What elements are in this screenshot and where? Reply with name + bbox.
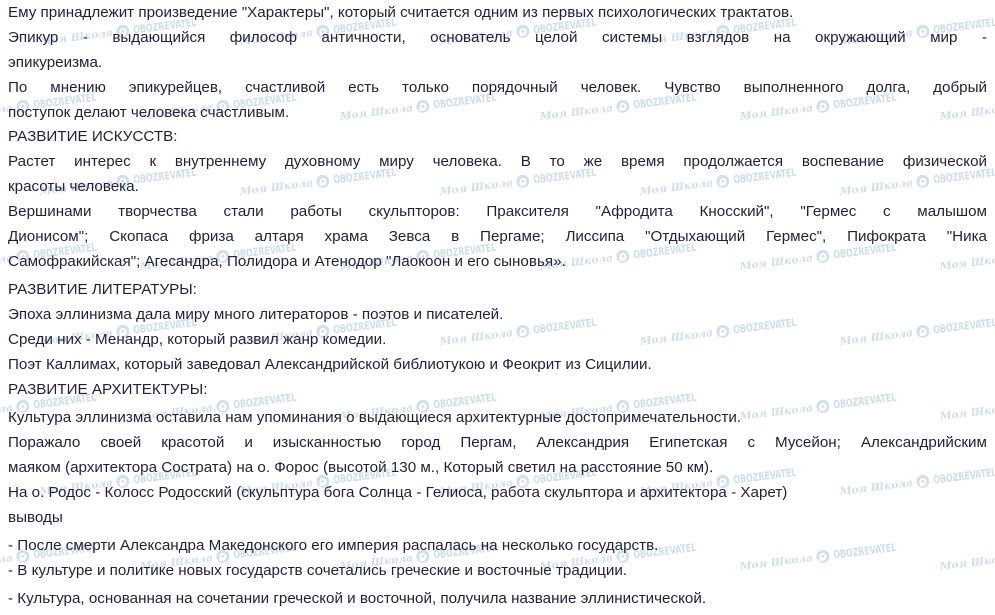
text-line: Растет интерес к внутреннему духовному м… <box>8 153 987 170</box>
text-line: На о. Родос - Колосс Родосский (скульпту… <box>8 484 788 501</box>
text-line: Среди них - Менандр, который развил жанр… <box>8 331 387 348</box>
text-line: РАЗВИТИЕ ИСКУССТВ: <box>8 128 178 145</box>
text-line: поступок делают человека счастливым. <box>8 104 290 121</box>
text-line: По мнению эпикурейцев, счастливой есть т… <box>8 79 987 96</box>
text-line: Дионисом"; Скопаса фриза алтаря храма Зе… <box>8 228 987 245</box>
text-line: эпикуреизма. <box>8 54 103 71</box>
text-line: - После смерти Александра Македонского е… <box>8 537 659 554</box>
text-line: - Культура, основанная на сочетании греч… <box>8 590 707 607</box>
text-line: Эпоха эллинизма дала миру много литерато… <box>8 306 504 323</box>
text-line: Поэт Каллимах, который заведовал Алексан… <box>8 356 652 373</box>
text-line: - В культуре и политике новых государств… <box>8 562 628 579</box>
text-line: выводы <box>8 509 63 526</box>
document-text-layer: Ему принадлежит произведение "Характеры"… <box>0 0 995 615</box>
text-line: Вершинами творчества стали работы скульп… <box>8 203 987 220</box>
text-line: Эпикур - выдающийся философ античности, … <box>8 29 987 46</box>
document-page: Моя Школа OBOZREVATEL Моя Школа OBOZREVATEL… <box>0 0 995 615</box>
text-line: РАЗВИТИЕ АРХИТЕКТУРЫ: <box>8 381 208 398</box>
text-line: красоты человека. <box>8 178 139 195</box>
text-line: Ему принадлежит произведение "Характеры"… <box>8 4 794 21</box>
text-line: Культура эллинизма оставила нам упоминан… <box>8 409 742 426</box>
text-line: Поражало своей красотой и изысканностью … <box>8 434 987 451</box>
text-line: маяком (архитектора Сострата) на о. Форо… <box>8 459 714 476</box>
text-line: РАЗВИТИЕ ЛИТЕРАТУРЫ: <box>8 281 197 298</box>
text-line: Самофракийская"; Агесандра, Полидора и А… <box>8 253 566 270</box>
